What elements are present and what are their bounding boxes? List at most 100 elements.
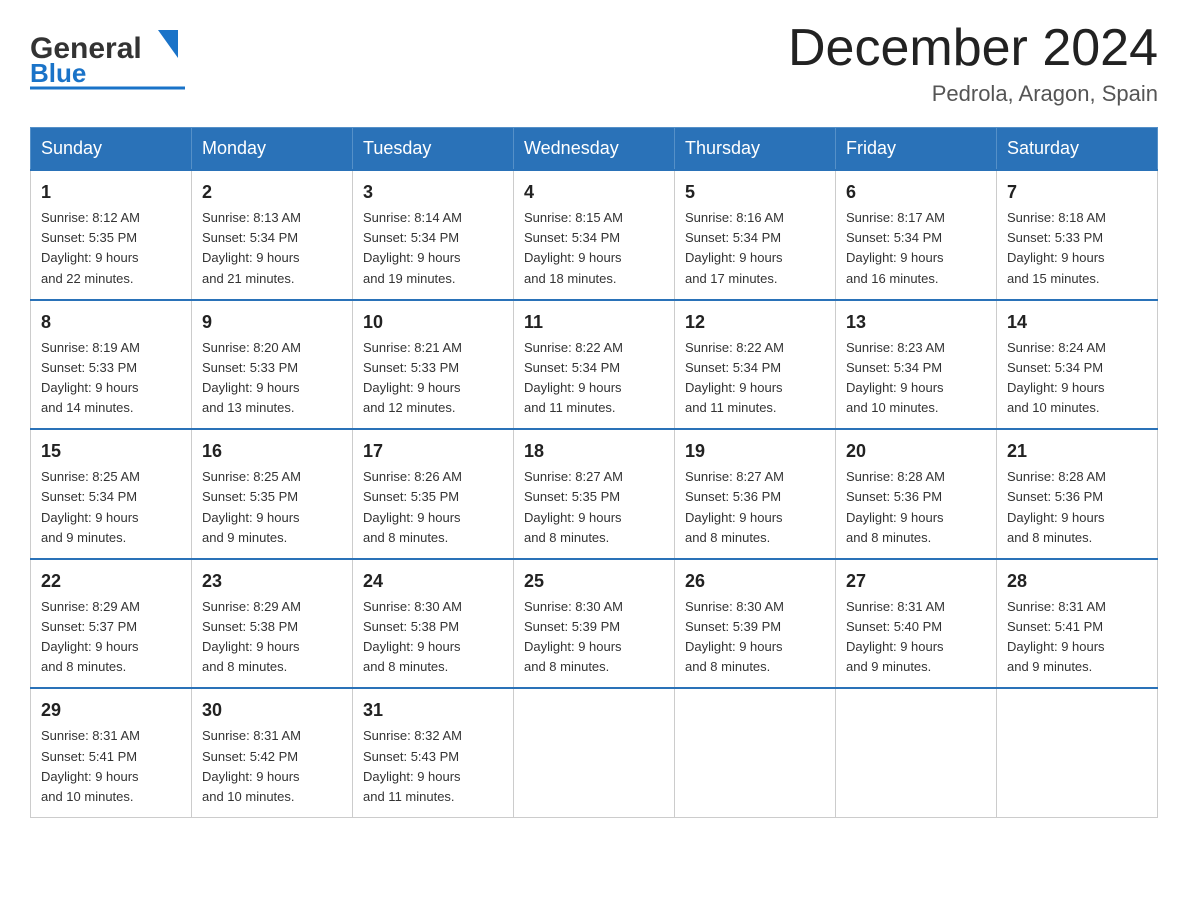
day-info: Sunrise: 8:19 AMSunset: 5:33 PMDaylight:… [41, 338, 181, 419]
day-info: Sunrise: 8:14 AMSunset: 5:34 PMDaylight:… [363, 208, 503, 289]
day-number: 19 [685, 438, 825, 465]
day-number: 11 [524, 309, 664, 336]
calendar-cell: 13Sunrise: 8:23 AMSunset: 5:34 PMDayligh… [836, 300, 997, 430]
day-number: 6 [846, 179, 986, 206]
calendar-week-1: 1Sunrise: 8:12 AMSunset: 5:35 PMDaylight… [31, 170, 1158, 300]
day-info: Sunrise: 8:31 AMSunset: 5:41 PMDaylight:… [1007, 597, 1147, 678]
calendar-cell: 6Sunrise: 8:17 AMSunset: 5:34 PMDaylight… [836, 170, 997, 300]
calendar-cell: 15Sunrise: 8:25 AMSunset: 5:34 PMDayligh… [31, 429, 192, 559]
calendar-cell: 27Sunrise: 8:31 AMSunset: 5:40 PMDayligh… [836, 559, 997, 689]
calendar-cell: 30Sunrise: 8:31 AMSunset: 5:42 PMDayligh… [192, 688, 353, 817]
day-number: 24 [363, 568, 503, 595]
calendar-cell: 22Sunrise: 8:29 AMSunset: 5:37 PMDayligh… [31, 559, 192, 689]
header-tuesday: Tuesday [353, 128, 514, 171]
calendar-cell: 2Sunrise: 8:13 AMSunset: 5:34 PMDaylight… [192, 170, 353, 300]
day-number: 22 [41, 568, 181, 595]
month-title: December 2024 [788, 20, 1158, 77]
calendar-cell: 11Sunrise: 8:22 AMSunset: 5:34 PMDayligh… [514, 300, 675, 430]
day-info: Sunrise: 8:25 AMSunset: 5:34 PMDaylight:… [41, 467, 181, 548]
day-info: Sunrise: 8:24 AMSunset: 5:34 PMDaylight:… [1007, 338, 1147, 419]
calendar-cell: 17Sunrise: 8:26 AMSunset: 5:35 PMDayligh… [353, 429, 514, 559]
day-info: Sunrise: 8:25 AMSunset: 5:35 PMDaylight:… [202, 467, 342, 548]
calendar-cell: 25Sunrise: 8:30 AMSunset: 5:39 PMDayligh… [514, 559, 675, 689]
calendar-week-5: 29Sunrise: 8:31 AMSunset: 5:41 PMDayligh… [31, 688, 1158, 817]
title-block: December 2024 Pedrola, Aragon, Spain [788, 20, 1158, 107]
day-info: Sunrise: 8:23 AMSunset: 5:34 PMDaylight:… [846, 338, 986, 419]
calendar-cell: 10Sunrise: 8:21 AMSunset: 5:33 PMDayligh… [353, 300, 514, 430]
day-number: 30 [202, 697, 342, 724]
calendar-cell: 9Sunrise: 8:20 AMSunset: 5:33 PMDaylight… [192, 300, 353, 430]
day-number: 2 [202, 179, 342, 206]
day-info: Sunrise: 8:30 AMSunset: 5:38 PMDaylight:… [363, 597, 503, 678]
day-info: Sunrise: 8:31 AMSunset: 5:42 PMDaylight:… [202, 726, 342, 807]
day-number: 14 [1007, 309, 1147, 336]
day-info: Sunrise: 8:27 AMSunset: 5:36 PMDaylight:… [685, 467, 825, 548]
day-number: 13 [846, 309, 986, 336]
logo: General Blue [30, 20, 190, 90]
day-number: 23 [202, 568, 342, 595]
day-number: 17 [363, 438, 503, 465]
day-number: 28 [1007, 568, 1147, 595]
day-number: 16 [202, 438, 342, 465]
calendar-cell: 20Sunrise: 8:28 AMSunset: 5:36 PMDayligh… [836, 429, 997, 559]
day-number: 5 [685, 179, 825, 206]
calendar-cell [514, 688, 675, 817]
calendar-week-2: 8Sunrise: 8:19 AMSunset: 5:33 PMDaylight… [31, 300, 1158, 430]
day-info: Sunrise: 8:31 AMSunset: 5:40 PMDaylight:… [846, 597, 986, 678]
day-number: 1 [41, 179, 181, 206]
day-info: Sunrise: 8:22 AMSunset: 5:34 PMDaylight:… [685, 338, 825, 419]
day-number: 21 [1007, 438, 1147, 465]
day-number: 8 [41, 309, 181, 336]
day-number: 18 [524, 438, 664, 465]
header-saturday: Saturday [997, 128, 1158, 171]
day-info: Sunrise: 8:26 AMSunset: 5:35 PMDaylight:… [363, 467, 503, 548]
calendar-cell: 18Sunrise: 8:27 AMSunset: 5:35 PMDayligh… [514, 429, 675, 559]
calendar-cell: 12Sunrise: 8:22 AMSunset: 5:34 PMDayligh… [675, 300, 836, 430]
calendar-cell: 28Sunrise: 8:31 AMSunset: 5:41 PMDayligh… [997, 559, 1158, 689]
day-number: 26 [685, 568, 825, 595]
calendar-cell: 14Sunrise: 8:24 AMSunset: 5:34 PMDayligh… [997, 300, 1158, 430]
calendar-cell: 26Sunrise: 8:30 AMSunset: 5:39 PMDayligh… [675, 559, 836, 689]
day-number: 31 [363, 697, 503, 724]
header-sunday: Sunday [31, 128, 192, 171]
calendar-header-row: SundayMondayTuesdayWednesdayThursdayFrid… [31, 128, 1158, 171]
day-number: 4 [524, 179, 664, 206]
day-info: Sunrise: 8:30 AMSunset: 5:39 PMDaylight:… [685, 597, 825, 678]
day-number: 25 [524, 568, 664, 595]
svg-text:Blue: Blue [30, 58, 86, 88]
calendar-table: SundayMondayTuesdayWednesdayThursdayFrid… [30, 127, 1158, 818]
calendar-cell [836, 688, 997, 817]
calendar-cell: 1Sunrise: 8:12 AMSunset: 5:35 PMDaylight… [31, 170, 192, 300]
location: Pedrola, Aragon, Spain [788, 81, 1158, 107]
day-number: 29 [41, 697, 181, 724]
calendar-cell: 24Sunrise: 8:30 AMSunset: 5:38 PMDayligh… [353, 559, 514, 689]
day-info: Sunrise: 8:30 AMSunset: 5:39 PMDaylight:… [524, 597, 664, 678]
day-info: Sunrise: 8:28 AMSunset: 5:36 PMDaylight:… [1007, 467, 1147, 548]
day-info: Sunrise: 8:29 AMSunset: 5:37 PMDaylight:… [41, 597, 181, 678]
calendar-week-3: 15Sunrise: 8:25 AMSunset: 5:34 PMDayligh… [31, 429, 1158, 559]
calendar-cell [997, 688, 1158, 817]
calendar-cell: 3Sunrise: 8:14 AMSunset: 5:34 PMDaylight… [353, 170, 514, 300]
day-number: 7 [1007, 179, 1147, 206]
day-info: Sunrise: 8:21 AMSunset: 5:33 PMDaylight:… [363, 338, 503, 419]
calendar-cell: 23Sunrise: 8:29 AMSunset: 5:38 PMDayligh… [192, 559, 353, 689]
day-number: 10 [363, 309, 503, 336]
calendar-cell: 4Sunrise: 8:15 AMSunset: 5:34 PMDaylight… [514, 170, 675, 300]
day-number: 27 [846, 568, 986, 595]
day-info: Sunrise: 8:15 AMSunset: 5:34 PMDaylight:… [524, 208, 664, 289]
calendar-cell: 21Sunrise: 8:28 AMSunset: 5:36 PMDayligh… [997, 429, 1158, 559]
day-info: Sunrise: 8:16 AMSunset: 5:34 PMDaylight:… [685, 208, 825, 289]
day-info: Sunrise: 8:20 AMSunset: 5:33 PMDaylight:… [202, 338, 342, 419]
calendar-cell: 29Sunrise: 8:31 AMSunset: 5:41 PMDayligh… [31, 688, 192, 817]
day-info: Sunrise: 8:13 AMSunset: 5:34 PMDaylight:… [202, 208, 342, 289]
calendar-cell: 31Sunrise: 8:32 AMSunset: 5:43 PMDayligh… [353, 688, 514, 817]
calendar-cell: 19Sunrise: 8:27 AMSunset: 5:36 PMDayligh… [675, 429, 836, 559]
day-info: Sunrise: 8:31 AMSunset: 5:41 PMDaylight:… [41, 726, 181, 807]
day-number: 20 [846, 438, 986, 465]
day-info: Sunrise: 8:32 AMSunset: 5:43 PMDaylight:… [363, 726, 503, 807]
logo-image: General Blue [30, 20, 190, 90]
day-info: Sunrise: 8:22 AMSunset: 5:34 PMDaylight:… [524, 338, 664, 419]
header-friday: Friday [836, 128, 997, 171]
calendar-cell: 8Sunrise: 8:19 AMSunset: 5:33 PMDaylight… [31, 300, 192, 430]
calendar-cell: 16Sunrise: 8:25 AMSunset: 5:35 PMDayligh… [192, 429, 353, 559]
